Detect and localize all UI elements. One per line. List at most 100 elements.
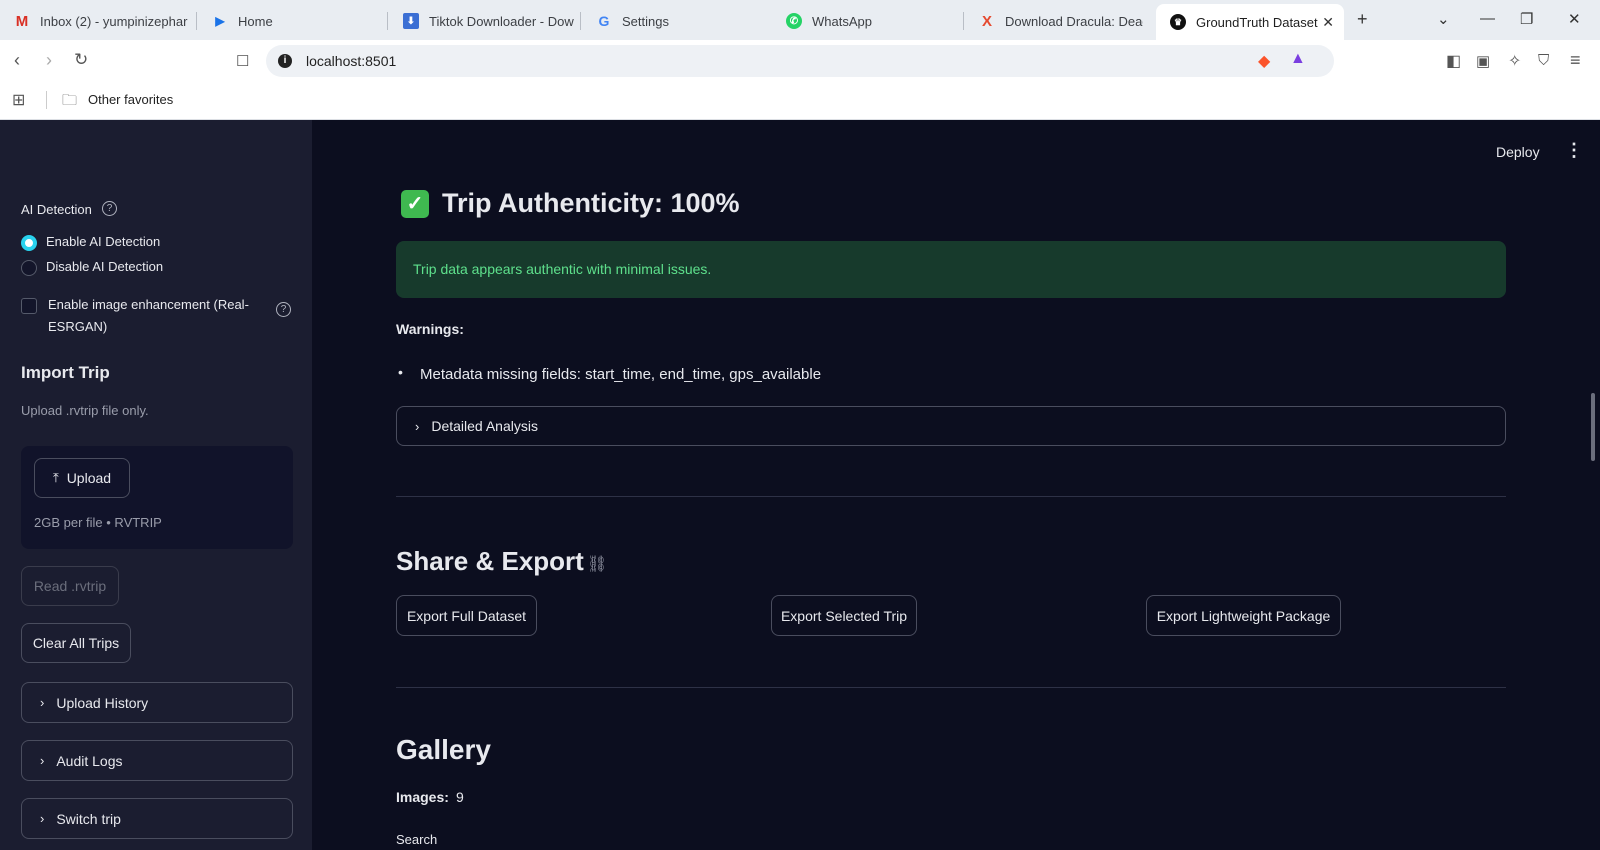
url-field[interactable]: i localhost:8501 ◆ ▲ (266, 45, 1334, 77)
tab-whatsapp[interactable]: ✆ WhatsApp (772, 6, 962, 36)
whatsapp-icon: ✆ (786, 13, 802, 29)
success-alert: Trip data appears authentic with minimal… (396, 241, 1506, 298)
sidebar-toggle-icon[interactable]: ◧ (1446, 51, 1461, 71)
export-selected-trip-button[interactable]: Export Selected Trip (771, 595, 917, 636)
disable-ai-radio[interactable] (21, 260, 37, 276)
tab-tiktok[interactable]: ⬇ Tiktok Downloader - Dow (389, 6, 579, 36)
new-tab-icon[interactable]: + (1357, 9, 1368, 30)
info-icon[interactable]: i (278, 54, 292, 68)
success-message: Trip data appears authentic with minimal… (413, 261, 712, 277)
brave-rewards-icon[interactable]: ▲ (1290, 50, 1306, 68)
leo-ai-icon[interactable]: ✧ (1508, 51, 1521, 71)
chevron-right-icon: › (40, 695, 45, 710)
upload-history-expander[interactable]: › Upload History (21, 682, 293, 723)
share-export-title: Share & Export (396, 546, 584, 576)
search-label: Search (396, 832, 438, 847)
tab-label: Settings (622, 13, 669, 29)
reload-icon[interactable]: ↻ (74, 50, 88, 70)
more-options-icon[interactable]: ⋮ (1565, 140, 1583, 161)
wallet-icon[interactable]: ▣ (1476, 52, 1490, 70)
forward-icon[interactable]: › (46, 50, 52, 71)
expander-label: Audit Logs (56, 752, 123, 769)
bookmark-icon[interactable]: ☐ (236, 52, 249, 70)
upload-button-label: Upload (66, 470, 112, 486)
upload-button[interactable]: ⤒ Upload (34, 458, 130, 498)
upload-icon: ⤒ (52, 470, 59, 485)
warnings-label: Warnings: (396, 321, 464, 337)
expander-label: Upload History (56, 694, 149, 711)
clear-all-trips-button[interactable]: Clear All Trips (21, 623, 131, 663)
tab-label: Home (238, 13, 273, 29)
tab-label: Tiktok Downloader - Dow (429, 13, 574, 29)
other-favorites-link[interactable]: Other favorites (88, 92, 173, 107)
chevron-right-icon: › (40, 811, 45, 826)
tab-search-chevron-icon[interactable]: ⌄ (1437, 10, 1450, 28)
images-count: 9 (456, 789, 464, 805)
expander-label: Detailed Analysis (431, 418, 538, 434)
authenticity-title: Trip Authenticity: 100% (442, 188, 740, 218)
enhancement-label-line1: Enable image enhancement (Real- (48, 297, 249, 312)
close-tab-icon[interactable]: ✕ (1322, 14, 1334, 31)
divider (396, 496, 1506, 497)
tab-home[interactable]: ▶ Home (198, 6, 386, 36)
chevron-right-icon: › (415, 418, 420, 434)
enable-ai-radio[interactable] (21, 235, 37, 251)
back-icon[interactable]: ‹ (14, 50, 20, 71)
favorites-bar: ⊞ 🗀 Other favorites (0, 82, 1600, 120)
ai-detection-label: AI Detection (21, 202, 92, 217)
tab-settings[interactable]: G Settings (582, 6, 770, 36)
detailed-analysis-expander[interactable]: › Detailed Analysis (396, 406, 1506, 446)
file-uploader: ⤒ Upload 2GB per file • RVTRIP (21, 446, 293, 549)
check-mark-icon: ✓ (401, 190, 429, 218)
download-icon: ⬇ (403, 13, 419, 29)
sidebar: AI Detection ? Enable AI Detection Disab… (0, 120, 312, 850)
export-lightweight-package-button[interactable]: Export Lightweight Package (1146, 595, 1341, 636)
link-icon[interactable]: ⛓ (587, 554, 607, 574)
main-content: Deploy ⋮ ✓ Trip Authenticity: 100% Trip … (312, 120, 1600, 850)
images-label: Images: (396, 789, 449, 805)
help-icon[interactable]: ? (276, 302, 291, 317)
crown-icon: ♛ (1170, 14, 1186, 30)
restore-icon[interactable]: ❐ (1520, 10, 1533, 28)
url-text: localhost:8501 (306, 53, 397, 69)
gallery-title: Gallery (396, 734, 491, 765)
tab-label: GroundTruth Dataset (1196, 14, 1318, 30)
expander-label: Switch trip (56, 810, 121, 827)
enhancement-checkbox[interactable] (21, 298, 37, 314)
vpn-shield-icon[interactable]: ⛉ (1538, 52, 1549, 69)
switch-trip-expander[interactable]: › Switch trip (21, 798, 293, 839)
gmail-icon: M (15, 12, 29, 30)
export-full-dataset-button[interactable]: Export Full Dataset (396, 595, 537, 636)
tab-label: WhatsApp (812, 13, 872, 29)
warning-item: Metadata missing fields: start_time, end… (420, 366, 822, 383)
tab-groundtruth[interactable]: ♛ GroundTruth Dataset ✕ (1156, 4, 1344, 40)
menu-icon[interactable]: ≡ (1570, 50, 1581, 71)
divider (396, 687, 1506, 688)
browser-tab-bar: M Inbox (2) - yumpinizephar ▶ Home ⬇ Tik… (0, 0, 1600, 40)
bullet: • (398, 364, 403, 380)
enhancement-label-line2: ESRGAN) (48, 319, 108, 334)
folder-icon: 🗀 (62, 92, 78, 109)
apps-grid-icon[interactable]: ⊞ (12, 90, 25, 110)
audit-logs-expander[interactable]: › Audit Logs (21, 740, 293, 781)
upload-hint: Upload .rvtrip file only. (21, 403, 149, 418)
tab-label: Inbox (2) - yumpinizephar (40, 13, 188, 29)
minimize-icon[interactable]: — (1480, 10, 1495, 27)
scrollbar[interactable] (1591, 393, 1595, 461)
address-bar-row: ‹ › ↻ ☐ i localhost:8501 ◆ ▲ ◧ ▣ ✧ ⛉ ≡ (0, 40, 1600, 82)
tab-inbox[interactable]: M Inbox (2) - yumpinizephar (0, 6, 196, 36)
chevron-right-icon: › (40, 753, 45, 768)
google-icon: G (598, 13, 610, 29)
help-icon[interactable]: ? (102, 201, 117, 216)
enable-ai-label: Enable AI Detection (46, 234, 161, 249)
upload-limit: 2GB per file • RVTRIP (34, 515, 162, 530)
close-window-icon[interactable]: ✕ (1568, 10, 1581, 28)
deploy-button[interactable]: Deploy (1496, 144, 1540, 160)
disable-ai-label: Disable AI Detection (46, 259, 164, 274)
brave-shield-icon[interactable]: ◆ (1258, 51, 1270, 71)
import-trip-title: Import Trip (21, 363, 110, 382)
tab-dracula[interactable]: X Download Dracula: Dead (965, 6, 1143, 36)
x-icon: X (981, 12, 992, 30)
read-rvtrip-button[interactable]: Read .rvtrip (21, 566, 119, 606)
home-icon: ▶ (215, 14, 225, 28)
